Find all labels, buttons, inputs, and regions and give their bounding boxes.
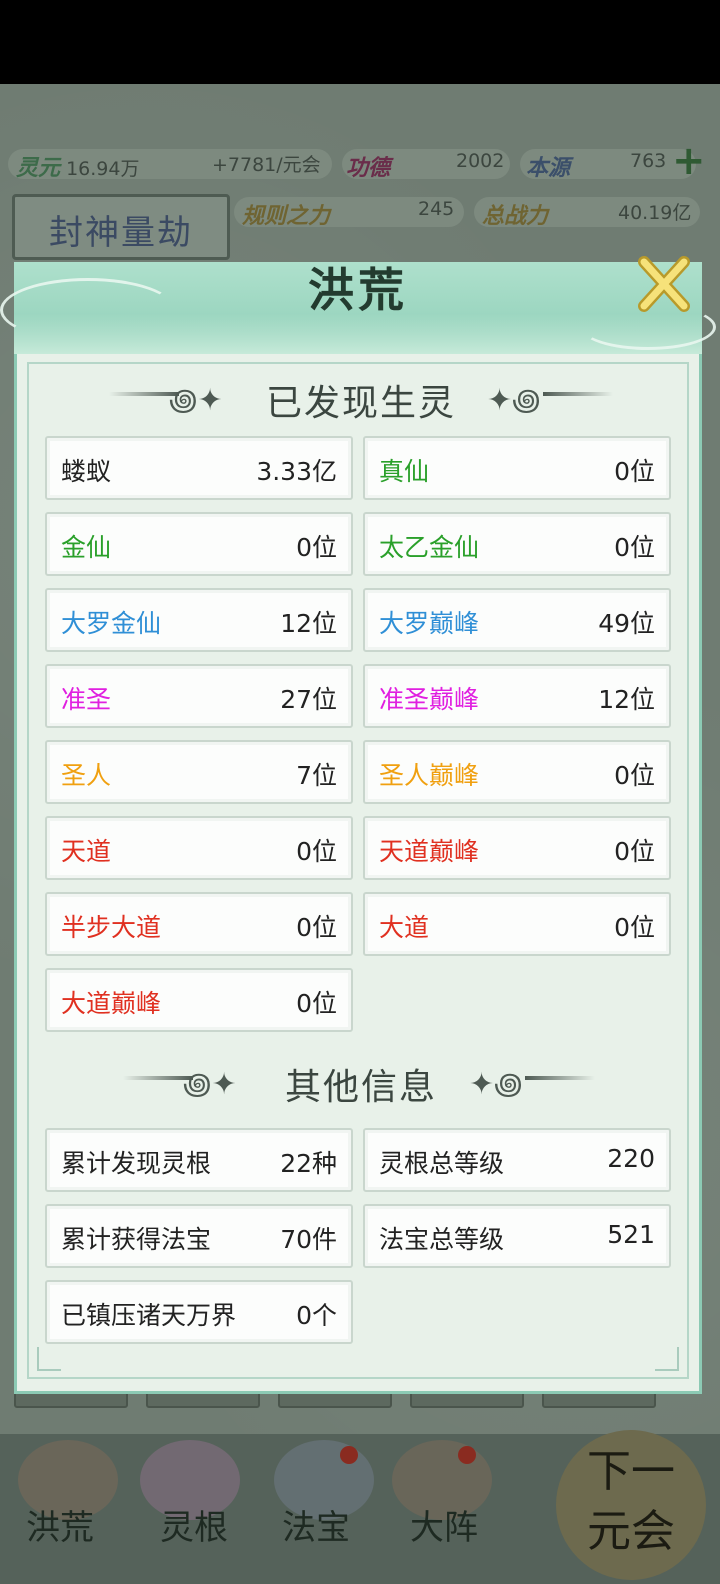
being-cell-label: 大罗巅峰 xyxy=(379,609,480,638)
being-cell-label: 金仙 xyxy=(61,533,112,562)
nav-honghuang[interactable]: 洪荒 xyxy=(26,1500,94,1549)
being-cell: 蝼蚁 3.33亿 xyxy=(45,436,353,500)
being-cell: 准圣 27位 xyxy=(45,664,353,728)
being-cell-label: 大罗金仙 xyxy=(61,609,162,638)
info-cell-label: 已镇压诸天万界 xyxy=(61,1301,237,1330)
section-header-other: ꩜✦ 其他信息 ✦꩜ xyxy=(17,1054,705,1108)
status-bar xyxy=(0,0,720,84)
being-cell-label: 真仙 xyxy=(379,457,430,486)
being-cell: 半步大道 0位 xyxy=(45,892,353,956)
info-cell-value: 521 xyxy=(607,1220,655,1249)
modal-header: 洪荒 xyxy=(0,256,716,357)
being-cell-value: 0位 xyxy=(614,761,655,790)
swirl-ornament-icon: ✦꩜ xyxy=(487,383,541,418)
being-cell: 圣人巅峰 0位 xyxy=(363,740,671,804)
being-cell: 真仙 0位 xyxy=(363,436,671,500)
being-cell-value: 0位 xyxy=(296,913,337,942)
resource-row-1: 灵元 16.94万 +7781/元会 功德 2002 本源 763 xyxy=(8,146,712,182)
swirl-ornament-icon: ✦꩜ xyxy=(469,1067,523,1102)
next-era-button[interactable]: 下一 元会 xyxy=(556,1430,706,1580)
being-cell-value: 12位 xyxy=(598,685,655,714)
being-cell-label: 大道 xyxy=(379,913,430,942)
being-cell-value: 27位 xyxy=(280,685,337,714)
being-cell: 圣人 7位 xyxy=(45,740,353,804)
info-cell-label: 法宝总等级 xyxy=(379,1225,505,1254)
being-cell-label: 圣人 xyxy=(61,761,112,790)
being-cell-label: 大道巅峰 xyxy=(61,989,162,1018)
info-cell-value: 220 xyxy=(607,1144,655,1173)
being-cell-label: 准圣 xyxy=(61,685,112,714)
lingyuan-rate: +7781/元会 xyxy=(212,154,321,176)
info-cell-label: 灵根总等级 xyxy=(379,1149,505,1178)
being-cell-label: 蝼蚁 xyxy=(61,457,112,486)
close-x-icon[interactable] xyxy=(632,252,696,316)
merit-resource: 功德 xyxy=(346,155,391,181)
being-cell: 准圣巅峰 12位 xyxy=(363,664,671,728)
being-cell-label: 太乙金仙 xyxy=(379,533,480,562)
plus-icon[interactable]: + xyxy=(672,141,706,181)
section-header-beings: ꩜✦ 已发现生灵 ✦꩜ xyxy=(17,370,705,424)
event-title-box[interactable]: 封神量劫 xyxy=(12,194,230,260)
modal-body: ꩜✦ 已发现生灵 ✦꩜ 蝼蚁 3.33亿 真仙 0位 金仙 0位 太乙金仙 0位 大罗金仙 12位… xyxy=(14,354,702,1394)
notification-dot xyxy=(340,1446,358,1464)
being-cell-value: 0位 xyxy=(296,837,337,866)
rule-power: 规则之力 xyxy=(242,203,331,229)
info-cell: 累计获得法宝 70件 xyxy=(45,1204,353,1268)
nav-linggen[interactable]: 灵根 xyxy=(160,1500,228,1549)
being-cell-value: 3.33亿 xyxy=(256,457,337,486)
being-cell: 大道 0位 xyxy=(363,892,671,956)
being-cell-value: 12位 xyxy=(280,609,337,638)
origin-resource: 本源 xyxy=(526,155,571,181)
info-cell: 已镇压诸天万界 0个 xyxy=(45,1280,353,1344)
being-cell: 天道 0位 xyxy=(45,816,353,880)
info-cell: 累计发现灵根 22种 xyxy=(45,1128,353,1192)
info-cell-label: 累计发现灵根 xyxy=(61,1149,212,1178)
being-cell-value: 0位 xyxy=(296,989,337,1018)
being-cell: 金仙 0位 xyxy=(45,512,353,576)
being-cell-label: 天道 xyxy=(61,837,112,866)
info-cell-value: 70件 xyxy=(280,1225,337,1254)
notification-dot xyxy=(458,1446,476,1464)
being-cell-value: 0位 xyxy=(296,533,337,562)
being-cell-label: 半步大道 xyxy=(61,913,162,942)
being-cell-value: 49位 xyxy=(598,609,655,638)
nav-fabao[interactable]: 法宝 xyxy=(282,1500,350,1549)
being-cell-value: 0位 xyxy=(614,457,655,486)
lingyuan-resource: 灵元 16.94万 xyxy=(16,155,140,181)
being-cell-value: 0位 xyxy=(614,837,655,866)
being-cell: 大罗巅峰 49位 xyxy=(363,588,671,652)
total-power: 总战力 xyxy=(482,203,549,229)
info-cell: 法宝总等级 521 xyxy=(363,1204,671,1268)
info-cell-value: 22种 xyxy=(280,1149,337,1178)
being-cell: 天道巅峰 0位 xyxy=(363,816,671,880)
being-cell-value: 7位 xyxy=(296,761,337,790)
info-cell-label: 累计获得法宝 xyxy=(61,1225,212,1254)
being-cell: 大道巅峰 0位 xyxy=(45,968,353,1032)
being-cell-label: 天道巅峰 xyxy=(379,837,480,866)
info-cell-value: 0个 xyxy=(296,1301,337,1330)
nav-dazhen[interactable]: 大阵 xyxy=(410,1500,478,1549)
being-cell: 太乙金仙 0位 xyxy=(363,512,671,576)
being-cell: 大罗金仙 12位 xyxy=(45,588,353,652)
info-cell: 灵根总等级 220 xyxy=(363,1128,671,1192)
modal-title: 洪荒 xyxy=(308,263,408,317)
honghuang-modal: 洪荒 ꩜✦ 已发现生灵 ✦꩜ 蝼蚁 3.33亿 真仙 0位 金仙 0位 太乙金仙 0位 大罗金仙… xyxy=(0,256,716,1394)
being-cell-value: 0位 xyxy=(614,533,655,562)
being-cell-label: 准圣巅峰 xyxy=(379,685,480,714)
being-cell-label: 圣人巅峰 xyxy=(379,761,480,790)
being-cell-value: 0位 xyxy=(614,913,655,942)
